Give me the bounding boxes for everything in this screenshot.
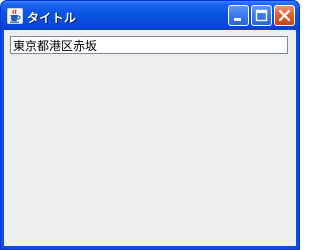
java-cup-icon[interactable] [6,7,24,25]
close-button[interactable] [274,5,295,26]
maximize-button[interactable] [251,5,272,26]
minimize-button[interactable] [228,5,249,26]
minimize-icon [234,18,241,21]
address-text-field[interactable] [10,36,288,54]
content-panel [4,30,296,246]
title-bar[interactable]: タイトル [1,1,299,30]
window-title: タイトル [27,11,77,25]
close-icon [278,9,291,22]
maximize-icon [255,9,268,22]
app-window: タイトル [0,0,300,250]
